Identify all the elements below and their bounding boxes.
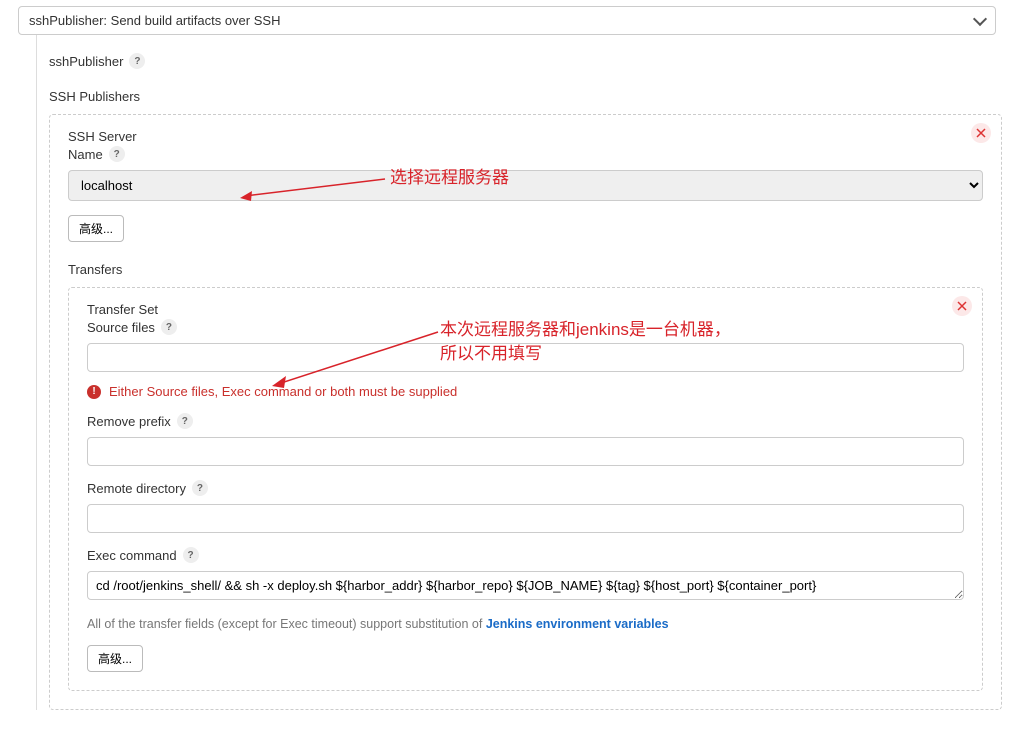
transfer-advanced-button[interactable]: 高级...: [87, 645, 143, 672]
hint-prefix: All of the transfer fields (except for E…: [87, 617, 486, 631]
help-icon[interactable]: ?: [129, 53, 145, 69]
source-files-input[interactable]: [87, 343, 964, 372]
ssh-server-box: SSH Server Name ? localhost 高级... Transf…: [49, 114, 1002, 710]
transfer-set-label: Transfer Set: [87, 302, 964, 317]
chevron-down-icon: [973, 11, 987, 25]
remove-prefix-label: Remove prefix: [87, 414, 171, 429]
validation-error: ! Either Source files, Exec command or b…: [87, 384, 964, 399]
remote-directory-input[interactable]: [87, 504, 964, 533]
delete-server-button[interactable]: [971, 123, 991, 143]
ssh-publisher-block: sshPublisher ? SSH Publishers SSH Server…: [36, 35, 1002, 710]
substitution-hint: All of the transfer fields (except for E…: [87, 617, 964, 631]
remote-directory-label: Remote directory: [87, 481, 186, 496]
sshpublisher-header: sshPublisher ?: [49, 53, 1002, 69]
exec-command-label: Exec command: [87, 548, 177, 563]
ssh-server-name-label: Name: [68, 147, 103, 162]
delete-transfer-button[interactable]: [952, 296, 972, 316]
remove-prefix-input[interactable]: [87, 437, 964, 466]
error-text: Either Source files, Exec command or bot…: [109, 384, 457, 399]
build-step-select[interactable]: sshPublisher: Send build artifacts over …: [18, 6, 996, 35]
server-advanced-button[interactable]: 高级...: [68, 215, 124, 242]
error-icon: !: [87, 385, 101, 399]
help-icon[interactable]: ?: [109, 146, 125, 162]
help-icon[interactable]: ?: [177, 413, 193, 429]
transfer-set-box: Transfer Set Source files ? ! Either Sou…: [68, 287, 983, 691]
exec-command-textarea[interactable]: cd /root/jenkins_shell/ && sh -x deploy.…: [87, 571, 964, 600]
ssh-server-name-select[interactable]: localhost: [68, 170, 983, 201]
sshpublisher-label: sshPublisher: [49, 54, 123, 69]
source-files-label: Source files: [87, 320, 155, 335]
page-root: sshPublisher: Send build artifacts over …: [0, 6, 1014, 710]
help-icon[interactable]: ?: [183, 547, 199, 563]
env-vars-link[interactable]: Jenkins environment variables: [486, 617, 669, 631]
help-icon[interactable]: ?: [161, 319, 177, 335]
help-icon[interactable]: ?: [192, 480, 208, 496]
transfers-title: Transfers: [68, 262, 983, 277]
ssh-publishers-title: SSH Publishers: [49, 89, 1002, 104]
ssh-server-label1: SSH Server: [68, 129, 983, 144]
build-step-label: sshPublisher: Send build artifacts over …: [29, 13, 280, 28]
